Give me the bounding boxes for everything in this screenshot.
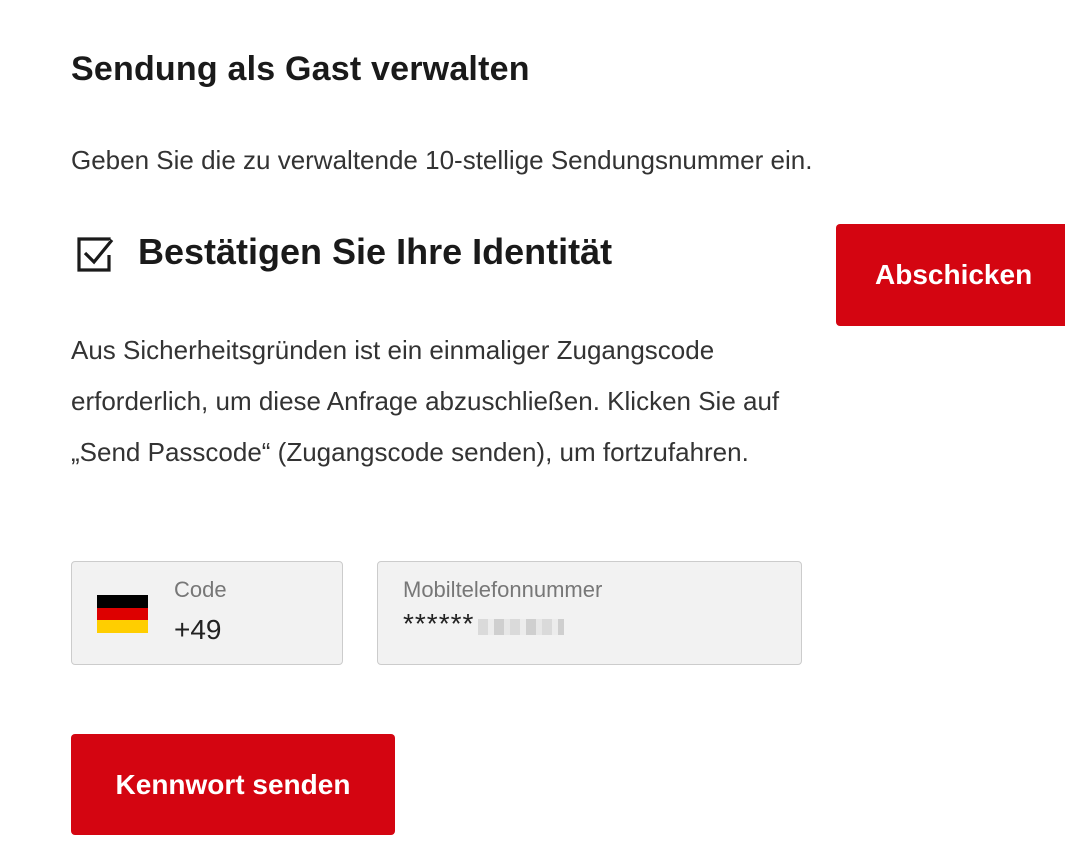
submit-button[interactable]: Abschicken [836, 224, 1065, 326]
mobile-number-masked: ****** [403, 608, 475, 639]
send-passcode-button[interactable]: Kennwort senden [71, 734, 395, 835]
country-code-label: Code [174, 577, 227, 602]
intro-text: Geben Sie die zu verwaltende 10-stellige… [71, 145, 813, 175]
identity-section-heading: Bestätigen Sie Ihre Identität [76, 230, 612, 274]
redacted-digits [478, 619, 565, 635]
security-description: Aus Sicherheitsgründen ist ein einmalige… [71, 335, 780, 467]
mobile-number-field[interactable]: Mobiltelefonnummer ****** [377, 561, 802, 665]
mobile-number-value: ****** [403, 608, 565, 640]
page-title: Sendung als Gast verwalten [71, 50, 530, 88]
country-code-select[interactable]: Code +49 [71, 561, 343, 665]
country-code-value: +49 [174, 614, 222, 645]
checkbox-checked-icon [77, 237, 114, 272]
manage-shipment-page: Sendung als Gast verwalten Geben Sie die… [0, 0, 1065, 865]
mobile-number-label: Mobiltelefonnummer [403, 577, 603, 602]
identity-heading: Bestätigen Sie Ihre Identität [138, 231, 613, 272]
germany-flag-icon [97, 595, 148, 633]
